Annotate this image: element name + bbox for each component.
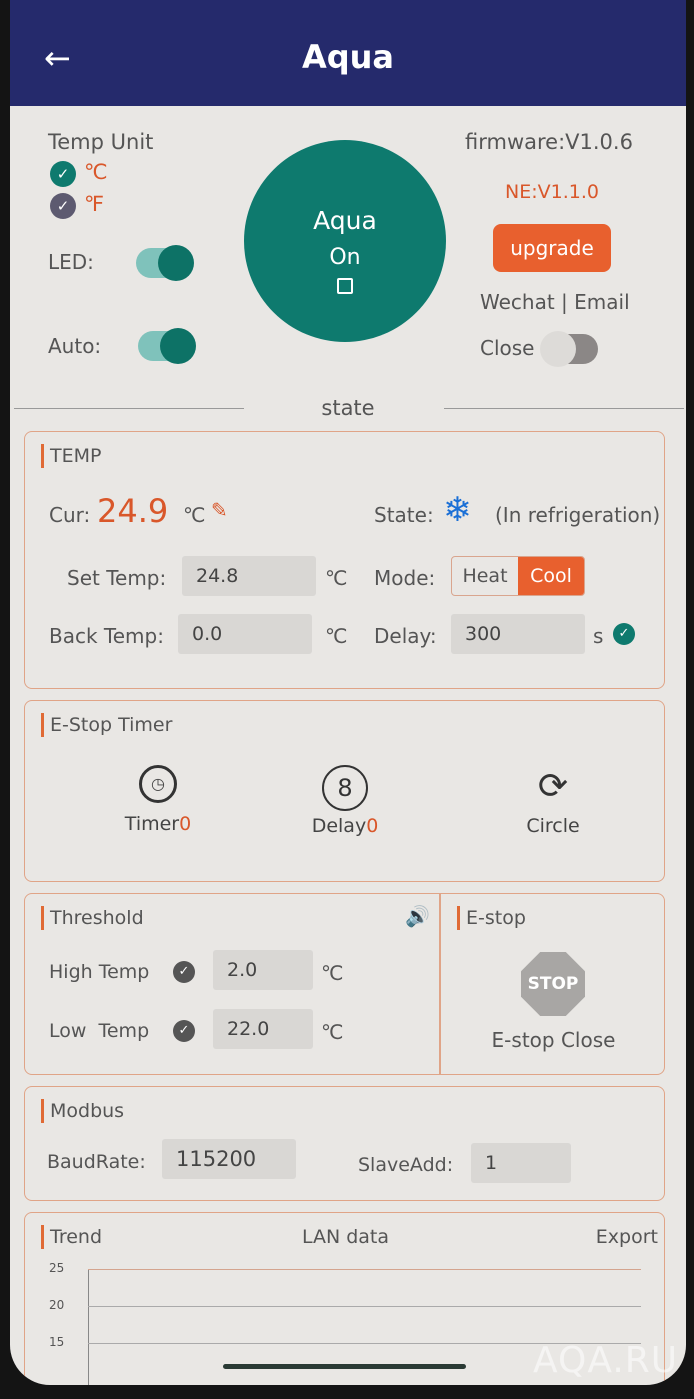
estop-panel: E-stop STOP E-stop Close [440, 893, 665, 1075]
close-toggle[interactable] [540, 331, 598, 367]
upgrade-button[interactable]: upgrade [493, 224, 611, 272]
high-temp-label: High Temp [49, 961, 150, 983]
threshold-panel: Threshold 🔊 High Temp ✓ 2.0 ℃ Low Temp ✓… [24, 893, 440, 1075]
baudrate-label: BaudRate: [47, 1151, 146, 1173]
back-temp-label: Back Temp: [49, 624, 164, 648]
power-button[interactable]: Aqua On [244, 140, 446, 342]
state-label: State: [374, 503, 434, 527]
celsius-label: ℃ [84, 160, 108, 184]
contact-links[interactable]: Wechat | Email [480, 290, 630, 314]
threshold-title: Threshold [41, 906, 144, 930]
high-temp-unit: ℃ [321, 961, 344, 985]
hourglass-icon: 8 [322, 765, 368, 811]
mode-label: Mode: [374, 566, 436, 590]
circle-button[interactable]: ⟳ Circle [508, 765, 598, 837]
y-tick: 25 [49, 1261, 65, 1275]
delay-label: Delay [311, 815, 367, 837]
snowflake-icon: ❄ [443, 490, 472, 530]
low-temp-input[interactable]: 22.0 [213, 1009, 313, 1049]
divider [444, 408, 684, 409]
current-temp: 24.9 [97, 492, 169, 530]
state-value: (In refrigeration) [495, 503, 661, 527]
gridline [88, 1306, 641, 1307]
modbus-title: Modbus [41, 1099, 124, 1123]
device-state: On [329, 245, 361, 270]
home-indicator[interactable] [223, 1364, 466, 1369]
delay-input[interactable]: 300 [451, 614, 585, 654]
modbus-panel: Modbus BaudRate: 115200 SlaveAdd: 1 [24, 1086, 665, 1201]
set-temp-input[interactable]: 24.8 [182, 556, 316, 596]
temp-title: TEMP [41, 444, 101, 468]
slave-address-input[interactable]: 1 [471, 1143, 571, 1183]
watermark-logo: AQA.RU [533, 1340, 679, 1381]
circle-label: Circle [526, 815, 580, 837]
timer-label: Timer [124, 813, 180, 835]
high-temp-input[interactable]: 2.0 [213, 950, 313, 990]
y-tick: 20 [49, 1298, 65, 1312]
pencil-icon[interactable]: ✎ [211, 498, 228, 522]
estop-timer-panel: E-Stop Timer ◷ Timer0 8 Delay0 ⟳ Circle [24, 700, 665, 882]
estop-title: E-stop [457, 906, 526, 930]
delay-count: 0 [366, 815, 379, 837]
set-temp-label: Set Temp: [67, 566, 167, 590]
low-temp-unit: ℃ [321, 1020, 344, 1044]
alarm-clock-icon: ◷ [139, 765, 177, 803]
refresh-cycle-icon: ⟳ [537, 766, 569, 807]
cur-unit: ℃ [183, 503, 206, 527]
delay-label: Delay: [374, 624, 437, 648]
temp-unit-label: Temp Unit [48, 130, 154, 154]
auto-label: Auto: [48, 334, 102, 358]
mode-selector: Heat Cool [451, 556, 585, 596]
temp-panel: TEMP Cur: 24.9 ℃ ✎ State: ❄ (In refriger… [24, 431, 665, 689]
mode-heat[interactable]: Heat [452, 557, 518, 595]
y-tick: 15 [49, 1335, 65, 1349]
y-axis [88, 1269, 89, 1385]
edit-icon[interactable] [337, 278, 353, 294]
delay-button[interactable]: 8 Delay0 [300, 765, 390, 837]
celsius-checkbox[interactable]: ✓ [50, 161, 76, 187]
back-temp-input[interactable]: 0.0 [178, 614, 312, 654]
timer-button[interactable]: ◷ Timer0 [113, 765, 203, 835]
stop-sign-button[interactable]: STOP [521, 952, 585, 1016]
gridline [88, 1269, 641, 1270]
export-button[interactable]: Export [596, 1226, 658, 1248]
speaker-icon[interactable]: 🔊 [405, 904, 430, 928]
estop-timer-title: E-Stop Timer [41, 713, 172, 737]
auto-toggle[interactable] [138, 328, 196, 364]
device-name: Aqua [313, 206, 377, 235]
firmware-version: firmware:V1.0.6 [465, 130, 633, 154]
fahrenheit-checkbox[interactable]: ✓ [50, 193, 76, 219]
set-temp-unit: ℃ [325, 566, 348, 590]
page-title: Aqua [301, 38, 395, 76]
cur-label: Cur: [49, 503, 91, 527]
timer-count: 0 [179, 813, 192, 835]
delay-confirm-icon[interactable]: ✓ [613, 623, 635, 645]
baudrate-input[interactable]: 115200 [162, 1139, 296, 1179]
slave-address-label: SlaveAdd: [358, 1154, 454, 1176]
high-temp-check-icon[interactable]: ✓ [173, 961, 195, 983]
app-screen: ← Aqua Temp Unit ✓ ℃ ✓ ℉ LED: Auto: Aqua… [10, 0, 686, 1385]
led-toggle[interactable] [136, 245, 194, 281]
estop-status: E-stop Close [491, 1028, 616, 1052]
trend-subtitle: LAN data [301, 1226, 390, 1248]
led-label: LED: [48, 250, 94, 274]
back-temp-unit: ℃ [325, 624, 348, 648]
low-temp-check-icon[interactable]: ✓ [173, 1020, 195, 1042]
low-temp-label: Low Temp [49, 1020, 150, 1042]
ne-version: NE:V1.1.0 [505, 181, 599, 203]
mode-cool[interactable]: Cool [518, 557, 584, 595]
header: ← Aqua [10, 0, 686, 106]
delay-unit: s [593, 624, 604, 648]
fahrenheit-label: ℉ [84, 192, 104, 216]
close-label: Close [480, 336, 535, 360]
